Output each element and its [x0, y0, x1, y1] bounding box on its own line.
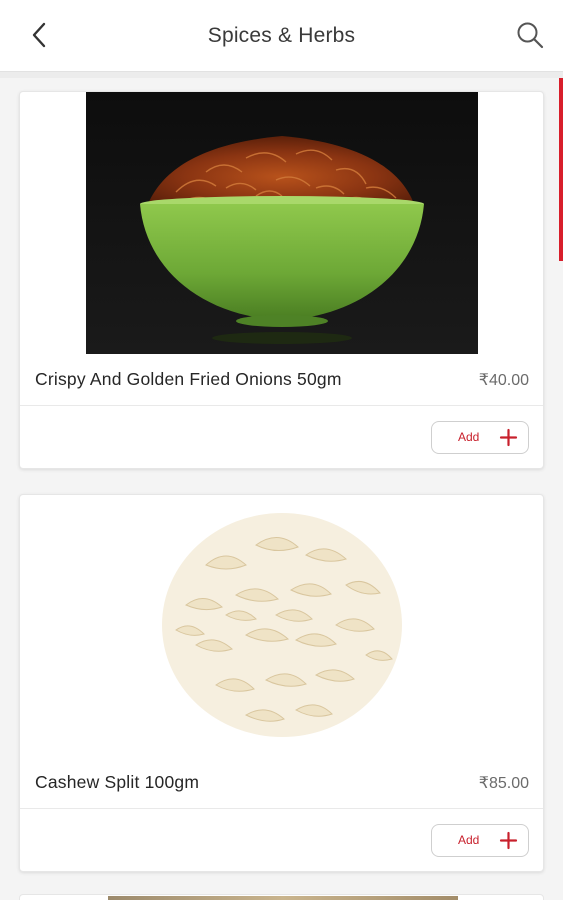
plus-icon — [499, 428, 518, 447]
add-button-label: Add — [458, 430, 480, 444]
search-icon — [517, 22, 544, 49]
search-button[interactable] — [511, 16, 549, 54]
plus-icon — [499, 831, 518, 850]
add-button-label: Add — [458, 833, 480, 847]
product-info: Cashew Split 100gm ₹85.00 — [20, 757, 543, 809]
product-info: Crispy And Golden Fried Onions 50gm ₹40.… — [20, 354, 543, 406]
product-card[interactable]: Crispy And Golden Fried Onions 50gm ₹40.… — [19, 91, 544, 469]
product-actions: Add — [20, 406, 543, 470]
back-button[interactable] — [22, 18, 56, 52]
app-header: Spices & Herbs — [0, 0, 563, 72]
product-price: ₹40.00 — [478, 371, 529, 389]
product-image-cashew — [86, 495, 478, 757]
product-name[interactable]: Crispy And Golden Fried Onions 50gm — [35, 369, 342, 390]
add-to-cart-button[interactable]: Add — [431, 421, 529, 454]
page-title: Spices & Herbs — [207, 23, 356, 47]
chevron-left-icon — [32, 22, 46, 48]
product-card-partial[interactable] — [19, 894, 544, 900]
product-name[interactable]: Cashew Split 100gm — [35, 772, 199, 793]
product-actions: Add — [20, 809, 543, 873]
product-image-partial — [108, 896, 458, 900]
product-price: ₹85.00 — [478, 774, 529, 792]
product-card[interactable]: Cashew Split 100gm ₹85.00 Add — [19, 494, 544, 872]
scrollbar-thumb[interactable] — [559, 78, 563, 261]
add-to-cart-button[interactable]: Add — [431, 824, 529, 857]
product-image-fried-onions — [86, 92, 478, 354]
product-list[interactable]: Crispy And Golden Fried Onions 50gm ₹40.… — [0, 78, 563, 900]
